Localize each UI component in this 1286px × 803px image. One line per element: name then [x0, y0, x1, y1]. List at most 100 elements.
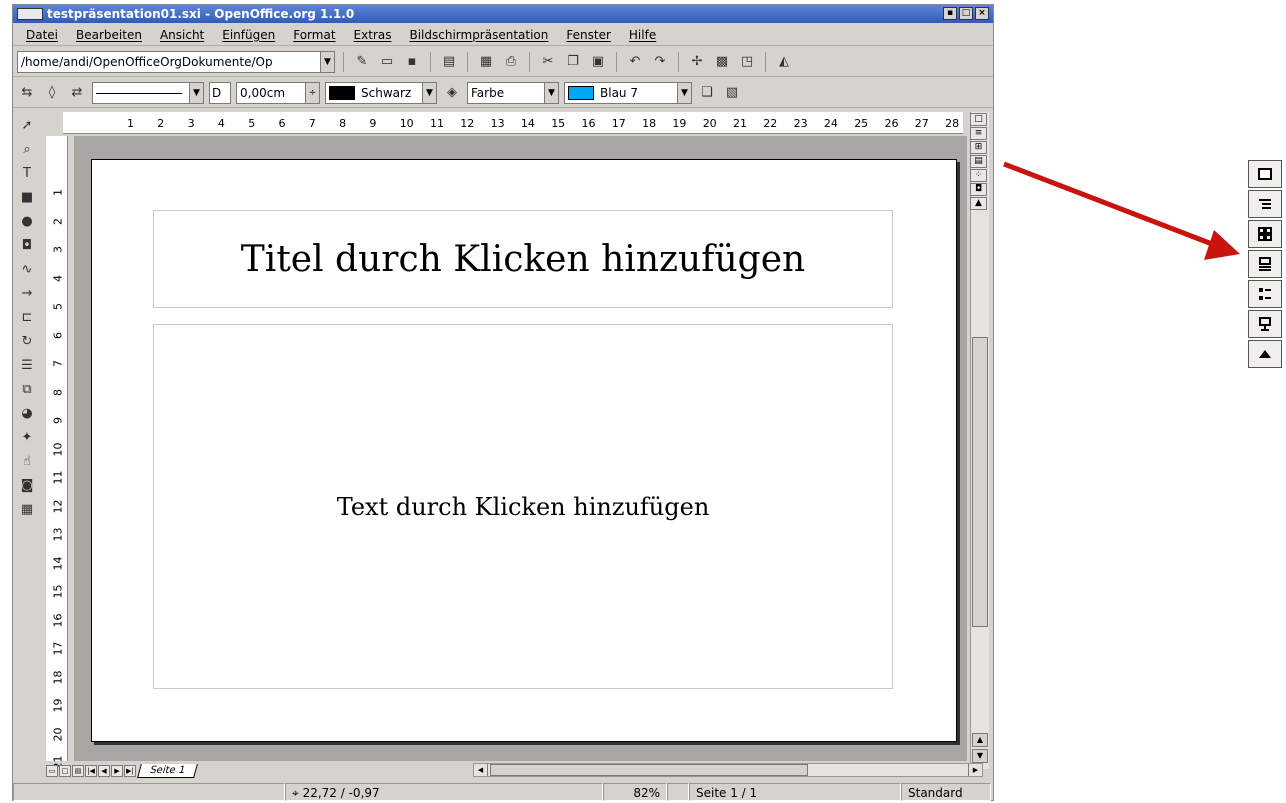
open-folder-icon[interactable]: ▭: [377, 52, 397, 72]
menu-einfuegen[interactable]: Einfügen: [213, 24, 284, 46]
arrow-style-select[interactable]: D: [209, 81, 231, 104]
tab-seite-1[interactable]: Seite 1: [137, 764, 198, 778]
outline-view-icon[interactable]: ≡: [970, 127, 987, 140]
line-icon[interactable]: ◊: [42, 83, 62, 103]
menu-datei[interactable]: Datei: [17, 24, 67, 46]
close-button[interactable]: ×: [975, 7, 989, 20]
vertical-scrollbar[interactable]: ▲ ▼: [970, 112, 989, 769]
drawing-view-icon[interactable]: ⊞: [970, 141, 987, 154]
line-color-select[interactable]: Schwarz ▼: [325, 81, 437, 104]
url-field[interactable]: /home/andi/OpenOfficeOrgDokumente/Op ▼: [17, 50, 335, 73]
scroll-down-icon[interactable]: ▼: [972, 749, 988, 763]
collapse-icon[interactable]: [1248, 340, 1282, 368]
rectangle-icon[interactable]: ■: [17, 187, 37, 207]
drawing-view-icon[interactable]: [1248, 220, 1282, 248]
alignment-icon[interactable]: ☰: [17, 355, 37, 375]
menu-bildschirmpraesentation[interactable]: Bildschirmpräsentation: [400, 24, 557, 46]
menu-extras[interactable]: Extras: [345, 24, 401, 46]
handout-view-icon[interactable]: [1248, 280, 1282, 308]
data-sources-icon[interactable]: ◳: [737, 52, 757, 72]
presentation-view-icon[interactable]: ◘: [970, 183, 987, 196]
minimize-button[interactable]: ▪: [943, 7, 957, 20]
h-scroll-thumb[interactable]: [490, 764, 808, 776]
area-color-dropdown-icon[interactable]: ▼: [677, 82, 691, 103]
image-icon[interactable]: ◭: [774, 52, 794, 72]
connector-icon[interactable]: ⊏: [17, 307, 37, 327]
3d-controller-icon[interactable]: ◙: [17, 475, 37, 495]
area-dialog-icon[interactable]: ▧: [722, 83, 742, 103]
next-page-icon[interactable]: ▶: [111, 765, 123, 777]
menu-fenster[interactable]: Fenster: [557, 24, 620, 46]
ellipse-icon[interactable]: ●: [17, 211, 37, 231]
last-page-icon[interactable]: ▶|: [124, 765, 136, 777]
redo-icon[interactable]: ↷: [650, 52, 670, 72]
separator: [616, 51, 617, 72]
scroll-left-icon[interactable]: ◀: [474, 764, 488, 776]
presentation-icon[interactable]: ▦: [17, 499, 37, 519]
interaction-icon[interactable]: ☝: [17, 451, 37, 471]
line-color-dropdown-icon[interactable]: ▼: [422, 82, 436, 103]
maximize-button[interactable]: □: [959, 7, 973, 20]
curve-icon[interactable]: ∿: [17, 259, 37, 279]
navigator-icon[interactable]: ✢: [687, 52, 707, 72]
rotate-icon[interactable]: ↻: [17, 331, 37, 351]
status-zoom[interactable]: 82%: [603, 783, 667, 801]
edit-file-icon[interactable]: ✎: [352, 52, 372, 72]
menu-format[interactable]: Format: [284, 24, 344, 46]
lines-arrows-icon[interactable]: →: [17, 283, 37, 303]
handout-view-icon[interactable]: ⁘: [970, 169, 987, 182]
insert-icon[interactable]: ◕: [17, 403, 37, 423]
text-icon[interactable]: T: [17, 163, 37, 183]
gallery-icon[interactable]: ▩: [712, 52, 732, 72]
slide-view-icon[interactable]: [1248, 160, 1282, 188]
area-color-select[interactable]: Blau 7 ▼: [564, 81, 692, 104]
line-width-spin-icon[interactable]: ÷: [305, 82, 319, 103]
window-menu-icon[interactable]: [17, 8, 43, 20]
scroll-right-icon[interactable]: ▶: [968, 764, 982, 776]
prev-page-icon[interactable]: ◀: [98, 765, 110, 777]
menu-hilfe[interactable]: Hilfe: [620, 24, 665, 46]
save-icon[interactable]: ▪: [402, 52, 422, 72]
undo-icon[interactable]: ↶: [625, 52, 645, 72]
layer-view-icon[interactable]: ▤: [72, 765, 84, 777]
arrange-icon[interactable]: ⧉: [17, 379, 37, 399]
area-style-dropdown-icon[interactable]: ▼: [544, 82, 558, 103]
copy-icon[interactable]: ❐: [563, 52, 583, 72]
presentation-view-icon[interactable]: [1248, 310, 1282, 338]
horizontal-scrollbar[interactable]: ◀ ▶: [473, 763, 983, 777]
scroll-thumb[interactable]: [972, 337, 988, 627]
text-placeholder[interactable]: Text durch Klicken hinzufügen: [153, 324, 893, 689]
notes-view-icon[interactable]: [1248, 250, 1282, 278]
zoom-icon[interactable]: ⌕: [17, 139, 37, 159]
line-width-spinner[interactable]: 0,00cm ÷: [236, 81, 320, 104]
outline-view-icon[interactable]: [1248, 190, 1282, 218]
slide-view-icon[interactable]: □: [970, 113, 987, 126]
effects-icon[interactable]: ✦: [17, 427, 37, 447]
area-style-select[interactable]: Farbe ▼: [467, 81, 559, 104]
edit-mode-icon[interactable]: ▤: [439, 52, 459, 72]
line-style-dropdown-icon[interactable]: ▼: [189, 82, 203, 103]
line-ends-icon[interactable]: ⇄: [67, 83, 87, 103]
object-bar-menu-icon[interactable]: ⇆: [17, 83, 37, 103]
print-icon[interactable]: ⎙: [501, 52, 521, 72]
master-view-icon[interactable]: □: [59, 765, 71, 777]
line-style-select[interactable]: ▼: [92, 81, 204, 104]
menu-bearbeiten[interactable]: Bearbeiten: [67, 24, 151, 46]
notes-view-icon[interactable]: ▤: [970, 155, 987, 168]
first-page-icon[interactable]: |◀: [85, 765, 97, 777]
select-icon[interactable]: ➚: [17, 115, 37, 135]
ruler-tick-label: 9: [51, 417, 65, 424]
url-dropdown-icon[interactable]: ▼: [320, 51, 334, 72]
page-view-icon[interactable]: ▭: [46, 765, 58, 777]
paste-icon[interactable]: ▣: [588, 52, 608, 72]
collapse-icon[interactable]: ▲: [970, 197, 987, 210]
area-icon[interactable]: ◈: [442, 83, 462, 103]
export-pdf-icon[interactable]: ▦: [476, 52, 496, 72]
ruler-tick-label: 11: [430, 117, 444, 130]
menu-ansicht[interactable]: Ansicht: [151, 24, 213, 46]
cut-icon[interactable]: ✂: [538, 52, 558, 72]
shadow-icon[interactable]: ❑: [697, 83, 717, 103]
scroll-up-icon[interactable]: ▲: [972, 733, 988, 747]
title-placeholder[interactable]: Titel durch Klicken hinzufügen: [153, 210, 893, 308]
3d-objects-icon[interactable]: ◘: [17, 235, 37, 255]
